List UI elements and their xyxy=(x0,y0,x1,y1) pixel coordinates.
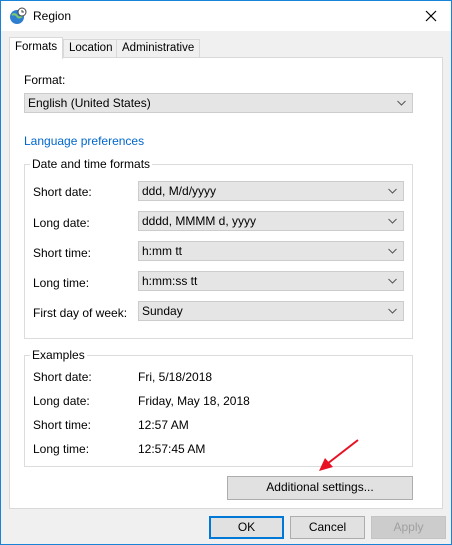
short-date-label: Short date: xyxy=(33,185,92,199)
chevron-down-icon xyxy=(388,218,397,224)
long-time-label: Long time: xyxy=(33,276,90,290)
title-bar: Region xyxy=(1,1,451,31)
formats-panel: Format: English (United States) Language… xyxy=(9,57,443,509)
globe-clock-icon xyxy=(10,7,27,24)
long-date-select[interactable]: dddd, MMMM d, yyyy xyxy=(138,211,404,231)
chevron-down-icon xyxy=(388,308,397,314)
example-short-date-value: Fri, 5/18/2018 xyxy=(138,370,213,384)
close-icon xyxy=(425,10,437,22)
date-time-formats-group: Date and time formats Short date: ddd, M… xyxy=(24,157,413,339)
tab-location[interactable]: Location xyxy=(63,39,119,58)
example-long-date-value: Friday, May 18, 2018 xyxy=(138,394,250,408)
format-select[interactable]: English (United States) xyxy=(24,93,413,113)
example-long-time-value: 12:57:45 AM xyxy=(138,442,206,456)
long-time-value: h:mm:ss tt xyxy=(142,274,198,288)
long-date-value: dddd, MMMM d, yyyy xyxy=(142,214,257,228)
long-date-label: Long date: xyxy=(33,216,90,230)
chevron-down-icon xyxy=(388,278,397,284)
example-short-time-label: Short time: xyxy=(33,418,92,432)
short-date-value: ddd, M/d/yyyy xyxy=(142,184,217,198)
close-button[interactable] xyxy=(411,1,451,31)
annotation-arrow-icon xyxy=(319,439,359,471)
tab-administrative[interactable]: Administrative xyxy=(116,39,201,58)
region-dialog: Region Formats Location Administrative F… xyxy=(0,0,452,545)
ok-button[interactable]: OK xyxy=(209,516,284,539)
cancel-button[interactable]: Cancel xyxy=(290,516,365,539)
first-day-of-week-label: First day of week: xyxy=(33,306,128,320)
example-short-date-label: Short date: xyxy=(33,370,92,384)
format-label: Format: xyxy=(24,73,66,87)
additional-settings-button[interactable]: Additional settings... xyxy=(227,476,413,500)
chevron-down-icon xyxy=(388,188,397,194)
first-day-of-week-value: Sunday xyxy=(142,304,183,318)
window-title: Region xyxy=(33,9,72,23)
short-time-select[interactable]: h:mm tt xyxy=(138,241,404,261)
apply-button[interactable]: Apply xyxy=(371,516,446,539)
short-time-value: h:mm tt xyxy=(142,244,183,258)
example-short-time-value: 12:57 AM xyxy=(138,418,189,432)
date-time-formats-title: Date and time formats xyxy=(30,157,153,171)
tab-formats[interactable]: Formats xyxy=(9,37,64,59)
first-day-of-week-select[interactable]: Sunday xyxy=(138,301,404,321)
example-long-time-label: Long time: xyxy=(33,442,90,456)
language-preferences-link[interactable]: Language preferences xyxy=(24,134,144,148)
chevron-down-icon xyxy=(388,248,397,254)
example-long-date-label: Long date: xyxy=(33,394,90,408)
long-time-select[interactable]: h:mm:ss tt xyxy=(138,271,404,291)
examples-title: Examples xyxy=(30,348,87,362)
short-time-label: Short time: xyxy=(33,246,92,260)
format-select-value: English (United States) xyxy=(28,96,151,110)
short-date-select[interactable]: ddd, M/d/yyyy xyxy=(138,181,404,201)
chevron-down-icon xyxy=(397,100,406,106)
